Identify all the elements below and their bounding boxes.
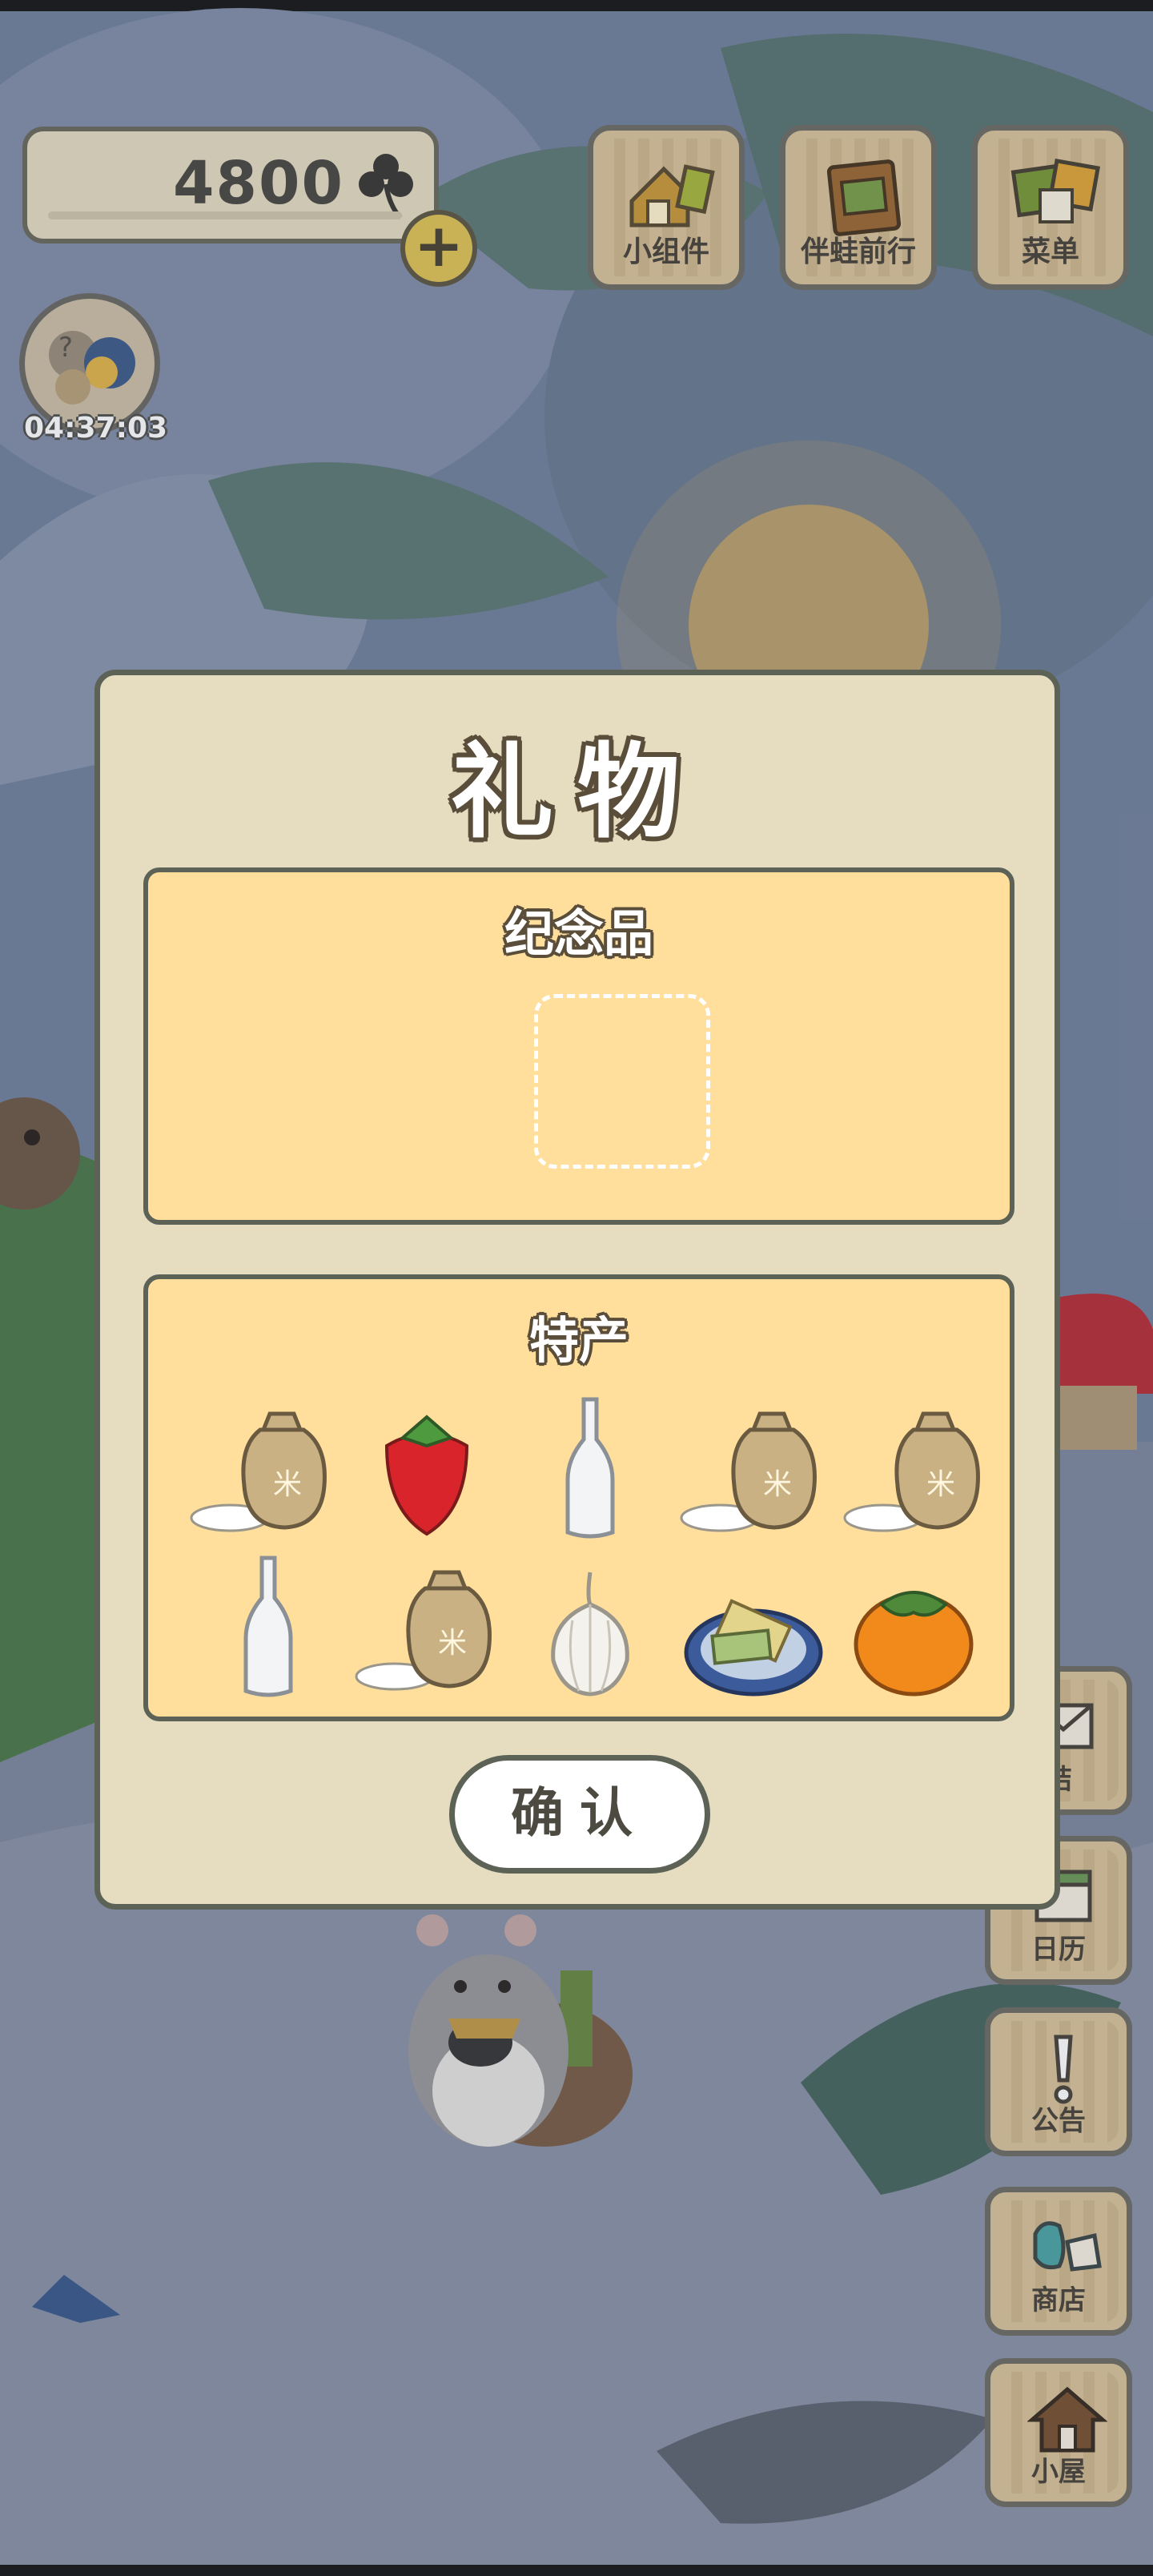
gift-dialog: 礼物 纪念品 特产 米 米 米 米 确认 xyxy=(94,670,1060,1910)
strawberry-icon[interactable] xyxy=(347,1398,507,1550)
confirm-button[interactable]: 确认 xyxy=(449,1755,710,1874)
game-scene: 4800 + ? 04:37:03 小组件 伴蛙前行 菜单 日历 公告 商店 小… xyxy=(0,0,1153,2576)
glass-bottle-icon[interactable] xyxy=(510,1391,670,1544)
svg-text:米: 米 xyxy=(763,1468,792,1501)
souvenir-title: 纪念品 xyxy=(504,904,653,963)
glass-bottle-icon[interactable] xyxy=(188,1550,348,1702)
rice-bag-icon[interactable]: 米 xyxy=(837,1398,997,1550)
souvenir-empty-slot xyxy=(534,994,710,1169)
persimmon-icon[interactable] xyxy=(834,1556,994,1709)
rice-bag-icon[interactable]: 米 xyxy=(348,1556,508,1709)
specialty-title: 特产 xyxy=(528,1311,629,1370)
rice-bag-icon[interactable]: 米 xyxy=(673,1398,834,1550)
gift-dialog-title: 礼物 xyxy=(450,733,704,852)
rice-bag-icon[interactable]: 米 xyxy=(183,1398,343,1550)
specialty-panel: 特产 米 米 米 米 xyxy=(143,1274,1014,1721)
garlic-icon[interactable] xyxy=(510,1556,670,1709)
svg-text:米: 米 xyxy=(273,1468,302,1501)
popsicle-plate-icon[interactable] xyxy=(673,1556,834,1709)
svg-text:米: 米 xyxy=(926,1468,955,1501)
svg-text:米: 米 xyxy=(438,1627,467,1660)
souvenir-panel: 纪念品 xyxy=(143,867,1014,1225)
